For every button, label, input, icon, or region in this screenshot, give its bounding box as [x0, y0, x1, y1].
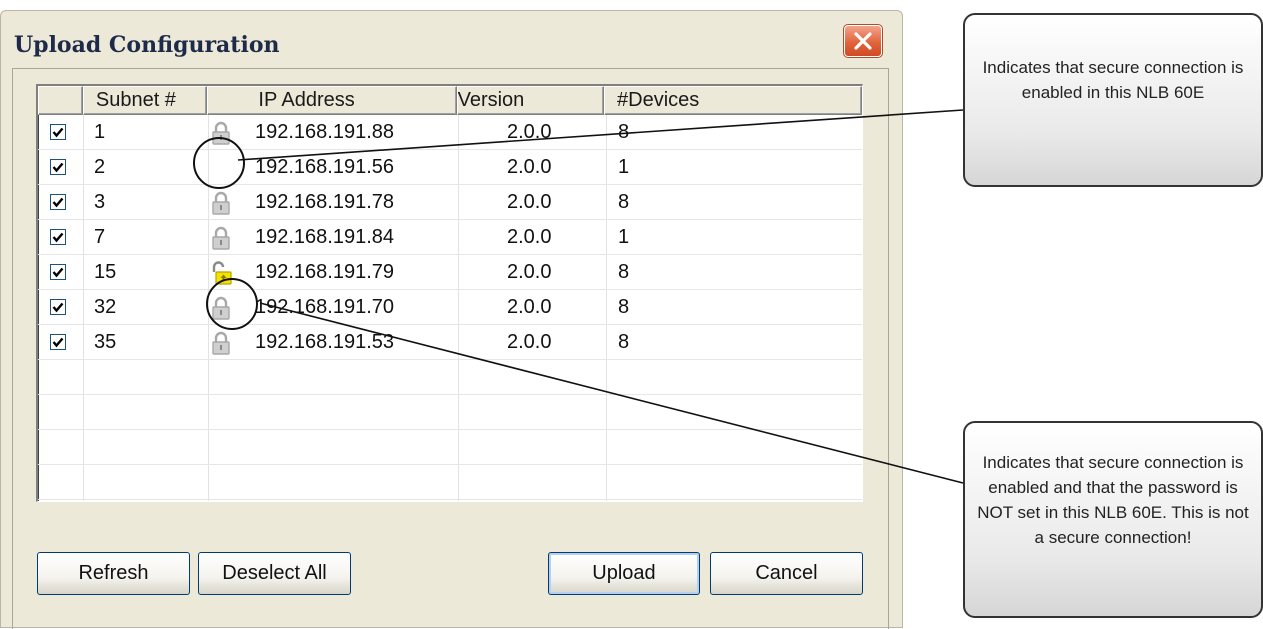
callout-secure-no-password: Indicates that secure connection is enab… — [963, 421, 1263, 618]
cell-ip-address: 192.168.191.79 — [255, 261, 395, 283]
checkmark-icon — [52, 127, 64, 138]
checkmark-icon — [52, 197, 64, 208]
deselect-all-button[interactable]: Deselect All — [198, 552, 351, 595]
upload-button[interactable]: Upload — [548, 552, 700, 595]
table-row[interactable]: 3 192.168.191.78 2.0.0 8 — [38, 185, 862, 220]
empty-row — [38, 465, 862, 500]
cell-ip-address: 192.168.191.56 — [255, 156, 395, 178]
cell-ip-address: 192.168.191.78 — [255, 191, 395, 213]
cell-version: 2.0.0 — [507, 191, 552, 213]
cell-subnet: 35 — [94, 331, 117, 353]
cell-version: 2.0.0 — [507, 121, 552, 143]
checkmark-icon — [52, 162, 64, 173]
lock-icon — [212, 296, 230, 320]
column-header-version[interactable]: Version — [456, 86, 604, 115]
cell-subnet: 2 — [94, 156, 106, 178]
checkmark-icon — [52, 337, 64, 348]
checkmark-icon — [52, 302, 64, 313]
cell-subnet: 3 — [94, 191, 106, 213]
title-bar[interactable]: Upload Configuration — [1, 11, 902, 71]
cell-ip-address: 192.168.191.88 — [255, 121, 395, 143]
cell-subnet: 32 — [94, 296, 117, 318]
empty-row — [38, 360, 862, 395]
close-button[interactable] — [843, 24, 883, 58]
cell-devices: 8 — [618, 296, 630, 318]
table-row[interactable]: 1 192.168.191.88 2.0.0 8 — [38, 115, 862, 150]
cell-version: 2.0.0 — [507, 261, 552, 283]
table-row[interactable]: 2 192.168.191.56 2.0.0 1 — [38, 150, 862, 185]
cancel-button[interactable]: Cancel — [710, 552, 863, 595]
table-row[interactable]: 35 192.168.191.53 2.0.0 8 — [38, 325, 862, 360]
column-header-subnet[interactable]: Subnet # — [82, 86, 208, 115]
lock-icon — [212, 121, 230, 145]
list-header: Subnet # IP Address Version #Devices — [38, 86, 862, 115]
empty-row — [38, 430, 862, 465]
cell-subnet: 15 — [94, 261, 117, 283]
row-checkbox[interactable] — [50, 299, 66, 315]
row-checkbox[interactable] — [50, 229, 66, 245]
checkmark-icon — [52, 267, 64, 278]
cell-devices: 8 — [618, 121, 630, 143]
cell-subnet: 1 — [94, 121, 106, 143]
column-header-select[interactable] — [38, 86, 83, 115]
unlocked-lock-icon — [212, 261, 232, 285]
subnet-list[interactable]: Subnet # IP Address Version #Devices 1 19… — [36, 84, 863, 502]
table-row[interactable]: 7 192.168.191.84 2.0.0 1 — [38, 220, 862, 255]
callout-secure-enabled: Indicates that secure connection is enab… — [963, 13, 1263, 187]
row-checkbox[interactable] — [50, 124, 66, 140]
cell-devices: 1 — [618, 156, 630, 178]
lock-icon — [212, 226, 230, 250]
cell-version: 2.0.0 — [507, 296, 552, 318]
cell-ip-address: 192.168.191.84 — [255, 226, 395, 248]
cell-ip-address: 192.168.191.53 — [255, 331, 395, 353]
cell-devices: 8 — [618, 191, 630, 213]
cell-devices: 1 — [618, 226, 630, 248]
lock-icon — [212, 331, 230, 355]
table-row[interactable]: 15 192.168.191.79 2.0.0 8 — [38, 255, 862, 290]
refresh-button[interactable]: Refresh — [37, 552, 190, 595]
checkmark-icon — [52, 232, 64, 243]
cell-subnet: 7 — [94, 226, 106, 248]
cell-version: 2.0.0 — [507, 331, 552, 353]
row-checkbox[interactable] — [50, 334, 66, 350]
cell-version: 2.0.0 — [507, 226, 552, 248]
column-header-ip-address[interactable]: IP Address — [207, 86, 457, 115]
empty-row — [38, 395, 862, 430]
cell-ip-address: 192.168.191.70 — [255, 296, 395, 318]
column-header-devices[interactable]: #Devices — [604, 86, 862, 115]
table-row[interactable]: 32 192.168.191.70 2.0.0 8 — [38, 290, 862, 325]
lock-icon — [212, 191, 230, 215]
cell-devices: 8 — [618, 331, 630, 353]
row-checkbox[interactable] — [50, 159, 66, 175]
dialog-title: Upload Configuration — [14, 32, 280, 58]
cell-devices: 8 — [618, 261, 630, 283]
cell-version: 2.0.0 — [507, 156, 552, 178]
close-icon — [854, 32, 872, 50]
row-checkbox[interactable] — [50, 264, 66, 280]
row-checkbox[interactable] — [50, 194, 66, 210]
